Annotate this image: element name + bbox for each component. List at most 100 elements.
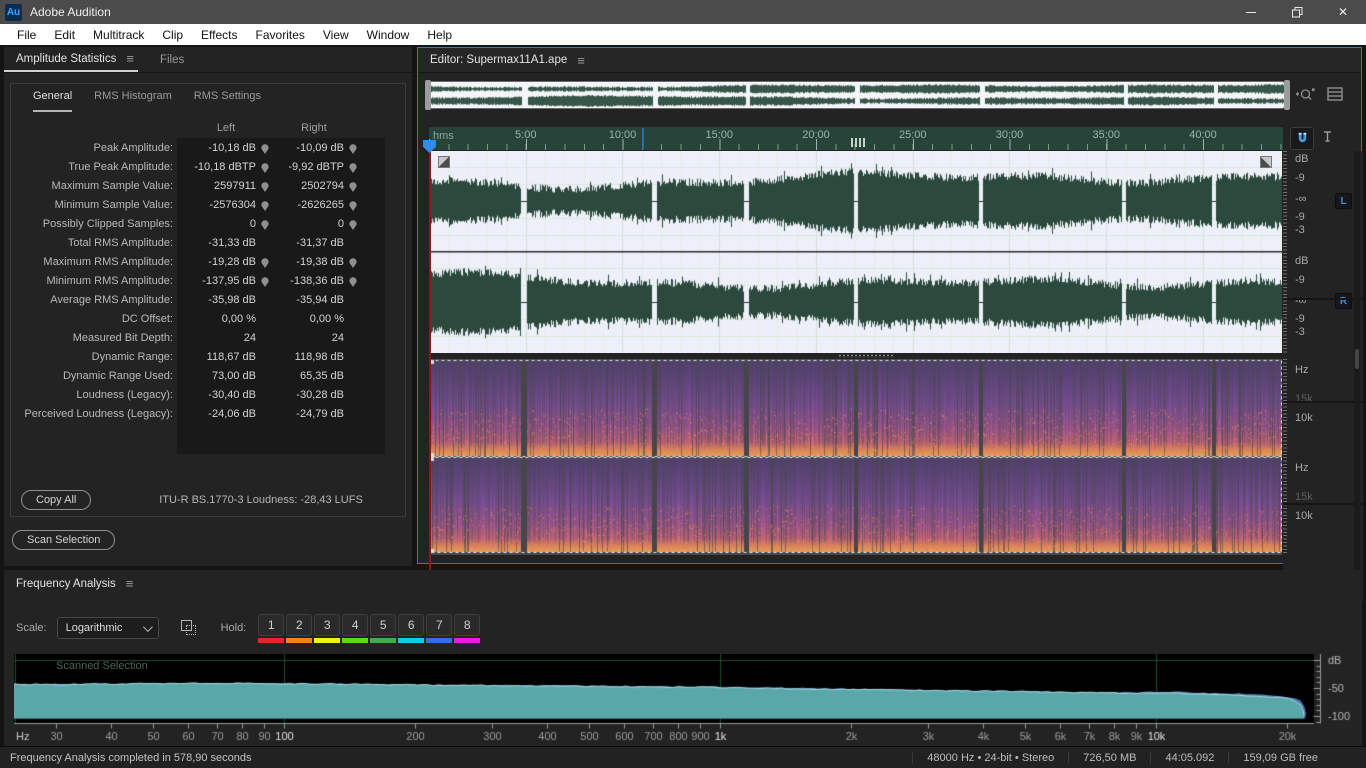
pin-icon[interactable] [349,162,357,173]
panel-menu-icon[interactable]: ≡ [126,51,134,66]
stat-row: Average RMS Amplitude: -35,98 dB -35,94 dB [11,292,405,309]
scan-selection-button[interactable]: Scan Selection [12,530,116,550]
menu-clip[interactable]: Clip [153,28,192,42]
stat-label: Perceived Loudness (Legacy): [24,408,173,420]
graph-snapshot-icon[interactable] [180,620,197,636]
menu-effects[interactable]: Effects [192,28,246,42]
hold-button-5[interactable]: 5 [370,613,397,643]
editor-layout-icon[interactable] [1326,85,1346,105]
menu-favorites[interactable]: Favorites [247,28,314,42]
title-bar: Au Adobe Audition ✕ [0,0,1366,24]
menu-multitrack[interactable]: Multitrack [84,28,153,42]
status-diskspace: 159,09 GB free [1228,751,1332,764]
magnet-icon [1298,132,1306,143]
stat-row: Maximum Sample Value: 2597911 2502794 [11,178,405,195]
stat-value-left: -2576304 [181,197,269,214]
hold-label: Hold: [220,622,247,634]
hold-color-swatch [286,637,313,643]
menu-window[interactable]: Window [358,28,419,42]
menu-edit[interactable]: Edit [45,28,84,42]
pin-icon[interactable] [261,181,269,192]
app-title: Adobe Audition [30,5,111,19]
editor-tab[interactable]: Editor: Supermax11A1.ape [418,54,567,66]
chevron-down-icon [142,621,153,632]
fade-in-handle[interactable] [438,156,450,168]
menu-help[interactable]: Help [418,28,461,42]
scale-ticks [1283,457,1287,554]
fade-out-handle[interactable] [1260,156,1272,168]
frequency-analysis-tab[interactable]: Frequency Analysis [16,578,116,590]
overview-left-handle[interactable] [425,80,431,110]
pin-icon[interactable] [261,162,269,173]
zoom-navigate-icon[interactable] [1295,85,1316,105]
hold-button-3[interactable]: 3 [314,613,341,643]
overview-right-handle[interactable] [1284,80,1290,110]
tab-amplitude-statistics[interactable]: Amplitude Statistics ≡ [4,47,138,72]
pin-icon[interactable] [261,143,269,154]
inner-tab-general[interactable]: General [33,90,73,112]
spectrogram-canvas[interactable] [429,359,1282,555]
hold-color-swatch [314,637,341,643]
tab-files[interactable]: Files [160,54,184,66]
inner-tab-rms-histogram[interactable]: RMS Histogram [94,90,172,112]
pin-icon[interactable] [261,276,269,287]
stat-label: Peak Amplitude: [93,142,174,154]
channel-button-l[interactable]: L [1335,193,1352,209]
vertical-scrollbar[interactable] [1354,151,1360,602]
editor-panel-menu-icon[interactable]: ≡ [577,53,585,68]
pin-icon[interactable] [261,200,269,211]
marker-cluster-icon[interactable] [851,138,865,147]
pin-icon[interactable] [349,219,357,230]
pin-tool-icon[interactable] [1320,129,1335,148]
stat-row: Loudness (Legacy): -30,40 dB -30,28 dB [11,387,405,404]
stat-label: Minimum Sample Value: [54,199,173,211]
stat-value-right: 24 [331,332,344,344]
stat-value-right: -31,37 dB [296,237,344,249]
pin-icon[interactable] [349,257,357,268]
close-button[interactable]: ✕ [1320,0,1366,24]
pin-icon[interactable] [261,257,269,268]
overview-navigator[interactable] [429,81,1285,109]
hold-button-2[interactable]: 2 [286,613,313,643]
pin-icon[interactable] [349,181,357,192]
playhead-line[interactable] [429,150,431,602]
inner-tab-rms-settings[interactable]: RMS Settings [194,90,261,112]
stats-inner-tabs: General RMS Histogram RMS Settings [11,90,405,112]
scale-label: Hz [1295,462,1309,474]
hold-button-4[interactable]: 4 [342,613,369,643]
hold-button-1[interactable]: 1 [258,613,285,643]
hold-button-8[interactable]: 8 [454,613,481,643]
stat-row: Dynamic Range: 118,67 dB 118,98 dB [11,349,405,366]
stat-row: Total RMS Amplitude: -31,33 dB -31,37 dB [11,235,405,252]
copy-all-button[interactable]: Copy All [21,490,92,510]
snap-toggle-button[interactable] [1290,127,1314,150]
minimize-button[interactable] [1228,0,1274,24]
hold-color-swatch [454,637,481,643]
hold-color-swatch [370,637,397,643]
channel-button-r[interactable]: R [1335,293,1352,309]
freq-panel-menu-icon[interactable]: ≡ [126,576,134,591]
hold-button-6[interactable]: 6 [398,613,425,643]
frequency-chart-canvas[interactable] [14,654,1362,746]
menu-view[interactable]: View [314,28,358,42]
stat-label: Maximum RMS Amplitude: [43,256,173,268]
status-bar: Frequency Analysis completed in 578,90 s… [0,746,1366,768]
pin-icon[interactable] [261,219,269,230]
vertical-scrollbar-thumb[interactable] [1355,349,1359,369]
freq-controls: Scale: Logarithmic Hold: 12345678 [4,612,1362,644]
stat-value-right: 65,35 dB [299,370,344,382]
stat-value-right: 2502794 [269,178,357,195]
splitter-grip[interactable] [838,354,894,358]
stat-value-left: -24,06 dB [208,408,256,420]
menu-file[interactable]: File [8,28,45,42]
scale-dropdown[interactable]: Logarithmic [56,617,159,639]
restore-button[interactable] [1274,0,1320,24]
scale-label: -9 [1295,274,1305,286]
frequency-analysis-panel: Frequency Analysis ≡ Scale: Logarithmic … [4,570,1362,746]
stat-value-right: -9,92 dBTP [269,159,357,176]
pin-icon[interactable] [349,276,357,287]
waveform-canvas[interactable] [429,151,1282,353]
pin-icon[interactable] [349,200,357,211]
pin-icon[interactable] [349,143,357,154]
hold-button-7[interactable]: 7 [426,613,453,643]
